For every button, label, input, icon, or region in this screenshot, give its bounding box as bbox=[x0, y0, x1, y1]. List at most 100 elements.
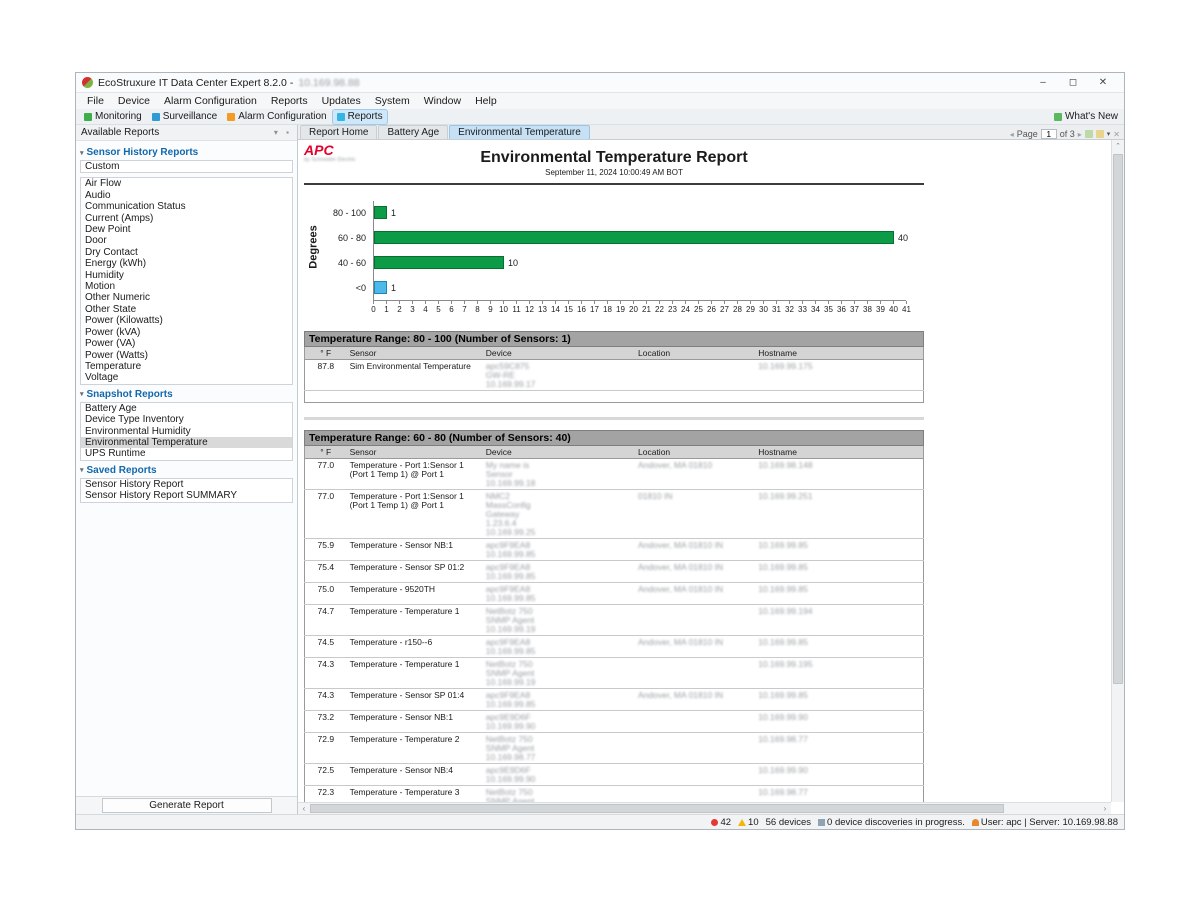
report-list-box: Sensor History ReportSensor History Repo… bbox=[80, 478, 293, 503]
x-tick-label: 21 bbox=[640, 305, 653, 314]
report-item-power-kilowatts-[interactable]: Power (Kilowatts) bbox=[81, 315, 292, 326]
table-row: 75.9Temperature - Sensor NB:1apc9F9EA810… bbox=[305, 539, 924, 561]
cell-temperature: 72.3 bbox=[305, 786, 347, 803]
warning-icon bbox=[738, 819, 746, 826]
x-tick-label: 19 bbox=[614, 305, 627, 314]
menu-item-file[interactable]: File bbox=[80, 95, 111, 107]
report-item-audio[interactable]: Audio bbox=[81, 190, 292, 201]
cell-location bbox=[635, 605, 755, 636]
perspective-monitoring[interactable]: Monitoring bbox=[80, 110, 146, 124]
page-next-icon[interactable]: ▸ bbox=[1078, 130, 1082, 139]
x-tick-label: 18 bbox=[601, 305, 614, 314]
perspective-reports[interactable]: Reports bbox=[333, 110, 387, 124]
report-item-temperature[interactable]: Temperature bbox=[81, 361, 292, 372]
report-item-ups-runtime[interactable]: UPS Runtime bbox=[81, 448, 292, 459]
report-item-sensor-history-report-summary[interactable]: Sensor History Report SUMMARY bbox=[81, 490, 292, 501]
perspective-alarm-configuration[interactable]: Alarm Configuration bbox=[223, 110, 330, 124]
menu-item-alarm-configuration[interactable]: Alarm Configuration bbox=[157, 95, 264, 107]
report-item-power-watts-[interactable]: Power (Watts) bbox=[81, 350, 292, 361]
column-header-f: ° F bbox=[305, 446, 347, 459]
status-bar: 421056 devices0 device discoveries in pr… bbox=[76, 814, 1124, 829]
menu-item-help[interactable]: Help bbox=[468, 95, 504, 107]
report-item-environmental-humidity[interactable]: Environmental Humidity bbox=[81, 426, 292, 437]
close-report-icon[interactable]: ✕ bbox=[1113, 130, 1120, 139]
whats-new-button[interactable]: What's New bbox=[1054, 111, 1120, 122]
apc-logo-subtext: by Schneider Electric bbox=[304, 157, 356, 163]
cell-location bbox=[635, 711, 755, 733]
horizontal-scroll-track[interactable] bbox=[310, 803, 1099, 814]
horizontal-scroll-thumb[interactable] bbox=[310, 804, 1004, 813]
chart-category-label: <0 bbox=[304, 283, 366, 293]
perspective-icon bbox=[337, 113, 345, 121]
report-item-communication-status[interactable]: Communication Status bbox=[81, 201, 292, 212]
report-item-sensor-history-report[interactable]: Sensor History Report bbox=[81, 479, 292, 490]
generate-report-button[interactable]: Generate Report bbox=[102, 798, 272, 813]
device-line: 10.169.99.18 bbox=[486, 479, 632, 488]
x-tick-label: 9 bbox=[484, 305, 497, 314]
menu-item-reports[interactable]: Reports bbox=[264, 95, 315, 107]
report-item-power-va-[interactable]: Power (VA) bbox=[81, 338, 292, 349]
scroll-up-icon[interactable]: ⌃ bbox=[1112, 140, 1124, 153]
report-item-battery-age[interactable]: Battery Age bbox=[81, 403, 292, 414]
menu-item-device[interactable]: Device bbox=[111, 95, 157, 107]
minimize-icon[interactable]: – bbox=[1028, 73, 1058, 93]
export-icon[interactable] bbox=[1085, 130, 1093, 138]
report-item-dry-contact[interactable]: Dry Contact bbox=[81, 247, 292, 258]
scroll-right-icon[interactable]: › bbox=[1099, 804, 1111, 813]
menu-bar: FileDeviceAlarm ConfigurationReportsUpda… bbox=[76, 93, 1124, 109]
window-controls: – ◻ ✕ bbox=[1028, 73, 1118, 93]
maximize-icon[interactable]: ◻ bbox=[1058, 73, 1088, 93]
report-item-power-kva-[interactable]: Power (kVA) bbox=[81, 327, 292, 338]
tab-report-home[interactable]: Report Home bbox=[300, 125, 377, 139]
cell-device: apc9F9EA810.169.99.85 bbox=[483, 539, 635, 561]
vertical-scrollbar[interactable]: ⌃ bbox=[1111, 140, 1124, 802]
section-header-sensor-history-reports[interactable]: ▾Sensor History Reports bbox=[80, 147, 293, 158]
page-number-input[interactable] bbox=[1041, 129, 1057, 139]
chart-options-dropdown-icon[interactable]: ▾ bbox=[1107, 130, 1111, 138]
report-item-other-state[interactable]: Other State bbox=[81, 304, 292, 315]
tab-battery-age[interactable]: Battery Age bbox=[378, 125, 448, 139]
tab-environmental-temperature[interactable]: Environmental Temperature bbox=[449, 125, 590, 139]
apc-logo-text: APC bbox=[304, 144, 356, 157]
perspective-surveillance[interactable]: Surveillance bbox=[148, 110, 221, 124]
report-item-device-type-inventory[interactable]: Device Type Inventory bbox=[81, 414, 292, 425]
section-header-saved-reports[interactable]: ▾Saved Reports bbox=[80, 465, 293, 476]
panel-controls-icon[interactable]: ▾ ▪ bbox=[274, 128, 292, 137]
menu-item-window[interactable]: Window bbox=[417, 95, 468, 107]
page-of-label: of 3 bbox=[1060, 129, 1075, 139]
report-item-energy-kwh-[interactable]: Energy (kWh) bbox=[81, 258, 292, 269]
available-reports-title: Available Reports bbox=[81, 127, 159, 138]
horizontal-scrollbar[interactable]: ‹ › bbox=[298, 802, 1111, 814]
report-item-dew-point[interactable]: Dew Point bbox=[81, 224, 292, 235]
print-icon[interactable] bbox=[1096, 130, 1104, 138]
report-item-current-amps-[interactable]: Current (Amps) bbox=[81, 213, 292, 224]
report-item-voltage[interactable]: Voltage bbox=[81, 372, 292, 383]
x-tick-label: 13 bbox=[536, 305, 549, 314]
x-tick-label: 2 bbox=[393, 305, 406, 314]
report-item-other-numeric[interactable]: Other Numeric bbox=[81, 292, 292, 303]
x-tick-label: 3 bbox=[406, 305, 419, 314]
cell-location bbox=[635, 786, 755, 803]
section-header-snapshot-reports[interactable]: ▾Snapshot Reports bbox=[80, 389, 293, 400]
report-item-environmental-temperature[interactable]: Environmental Temperature bbox=[81, 437, 292, 448]
close-icon[interactable]: ✕ bbox=[1088, 73, 1118, 93]
perspective-icon bbox=[84, 113, 92, 121]
cell-device: apc59C875GW-RE10.169.99.17 bbox=[483, 360, 635, 391]
scroll-left-icon[interactable]: ‹ bbox=[298, 804, 310, 813]
page-prev-icon[interactable]: ◂ bbox=[1010, 130, 1014, 139]
report-list-box: Custom bbox=[80, 160, 293, 173]
menu-item-updates[interactable]: Updates bbox=[315, 95, 368, 107]
page-break-separator bbox=[304, 417, 924, 420]
vertical-scroll-thumb[interactable] bbox=[1113, 154, 1123, 684]
menu-item-system[interactable]: System bbox=[368, 95, 417, 107]
report-item-motion[interactable]: Motion bbox=[81, 281, 292, 292]
cell-temperature: 74.3 bbox=[305, 658, 347, 689]
cell-device: NetBotz 750SNMP Agent10.169.98.77 bbox=[483, 786, 635, 803]
chart-bar bbox=[374, 256, 504, 269]
report-item-custom[interactable]: Custom bbox=[81, 161, 292, 172]
report-item-humidity[interactable]: Humidity bbox=[81, 270, 292, 281]
report-item-air-flow[interactable]: Air Flow bbox=[81, 178, 292, 189]
x-tick-label: 35 bbox=[822, 305, 835, 314]
cell-sensor: Temperature - Sensor NB:1 bbox=[347, 539, 483, 561]
report-item-door[interactable]: Door bbox=[81, 235, 292, 246]
